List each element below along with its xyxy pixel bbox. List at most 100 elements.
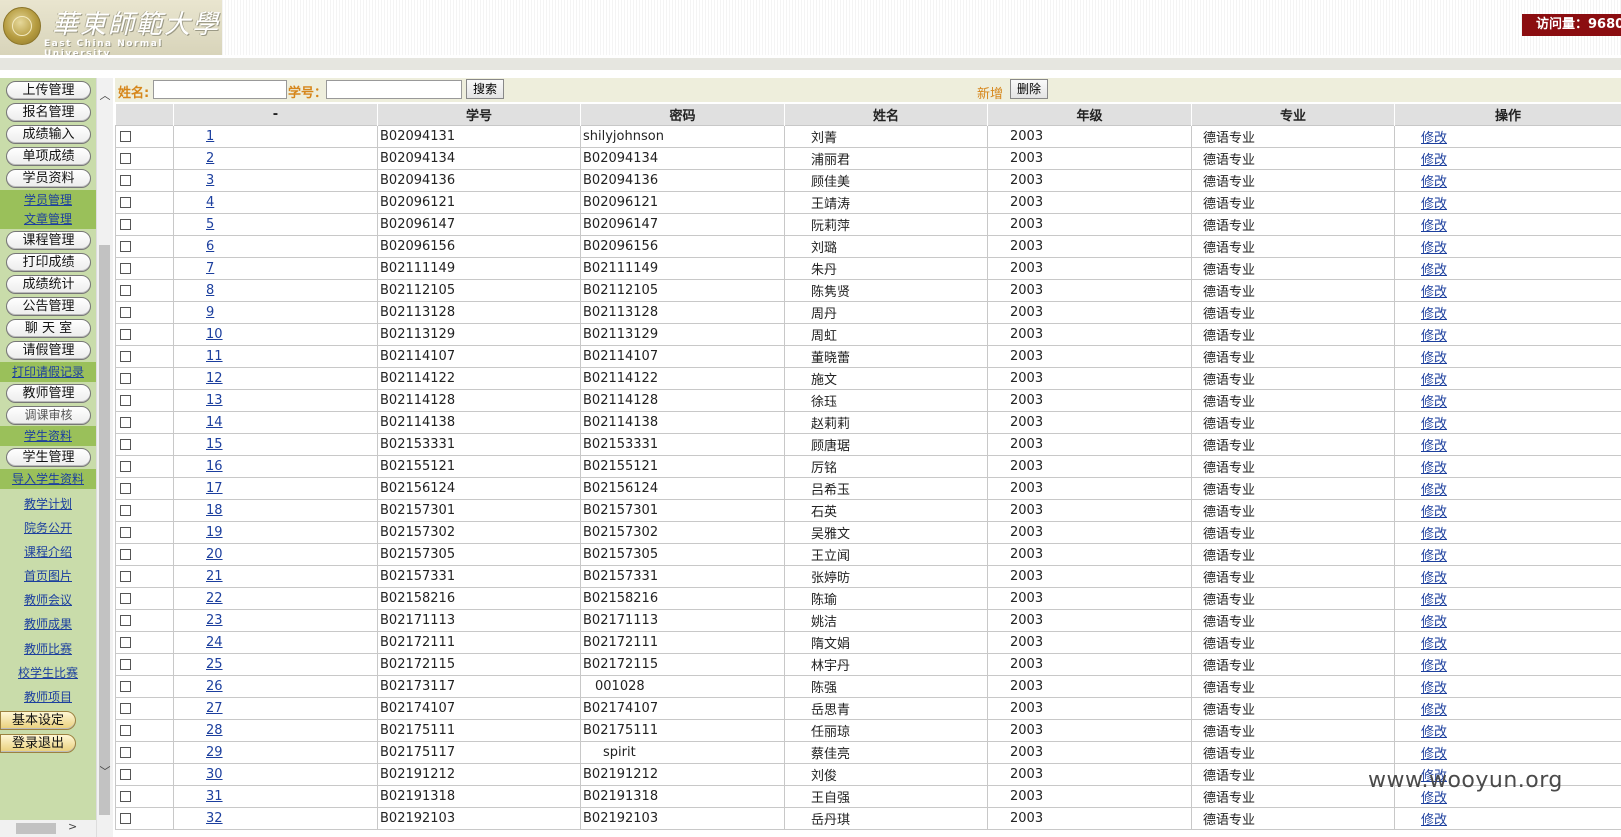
sidebar-button-label[interactable]: 课程管理 [6,231,91,250]
row-checkbox[interactable] [120,681,131,692]
sidebar-link-label[interactable]: 文章管理 [24,210,72,229]
edit-link[interactable]: 修改 [1421,527,1447,542]
sidebar-link-label[interactable]: 导入学生资料 [12,470,84,489]
edit-link[interactable]: 修改 [1421,791,1447,806]
edit-link[interactable]: 修改 [1421,593,1447,608]
row-checkbox[interactable] [120,417,131,428]
row-index-link[interactable]: 9 [206,305,214,320]
row-checkbox[interactable] [120,637,131,648]
row-index-link[interactable]: 29 [206,745,223,760]
sidebar-button-label[interactable]: 请假管理 [6,341,91,360]
sidebar-item-1[interactable]: 上传管理 [6,80,91,101]
scroll-up-icon[interactable]: ︿ [97,88,113,104]
row-index-link[interactable]: 28 [206,723,223,738]
edit-link[interactable]: 修改 [1421,219,1447,234]
row-index-link[interactable]: 16 [206,459,223,474]
scrollbar-thumb[interactable] [99,245,110,815]
sidebar-item-11[interactable]: 公告管理 [6,296,91,317]
row-checkbox[interactable] [120,197,131,208]
row-index-link[interactable]: 5 [206,217,214,232]
row-index-link[interactable]: 23 [206,613,223,628]
row-checkbox[interactable] [120,263,131,274]
edit-link[interactable]: 修改 [1421,703,1447,718]
sidebar-item-23[interactable]: 首页图片 [0,566,96,586]
name-search-input[interactable] [153,80,287,99]
row-checkbox[interactable] [120,549,131,560]
sidebar-horizontal-scrollbar[interactable]: > [0,820,96,837]
row-index-link[interactable]: 13 [206,393,223,408]
sidebar-link-label[interactable]: 教师成果 [24,615,72,634]
sidebar-item-27[interactable]: 校学生比赛 [0,663,96,683]
sidebar-button-label[interactable]: 调课审核 [6,406,91,425]
row-checkbox[interactable] [120,153,131,164]
row-index-link[interactable]: 3 [206,173,214,188]
sidebar-button-label[interactable]: 成绩统计 [6,275,91,294]
sidebar-link-label[interactable]: 学生资料 [24,427,72,446]
row-index-link[interactable]: 31 [206,789,223,804]
sidebar-item-9[interactable]: 打印成绩 [6,252,91,273]
scroll-down-icon[interactable]: ﹀ [97,764,113,780]
sidebar-item-7[interactable]: 文章管理 [0,209,96,229]
edit-link[interactable]: 修改 [1421,285,1447,300]
sidebar-item-30[interactable]: 登录退出 [0,733,76,754]
row-index-link[interactable]: 14 [206,415,223,430]
row-checkbox[interactable] [120,725,131,736]
sidebar-link-label[interactable]: 教学计划 [24,495,72,514]
edit-link[interactable]: 修改 [1421,439,1447,454]
row-checkbox[interactable] [120,505,131,516]
row-checkbox[interactable] [120,373,131,384]
row-index-link[interactable]: 15 [206,437,223,452]
sidebar-item-25[interactable]: 教师成果 [0,614,96,634]
sidebar-link-label[interactable]: 教师比赛 [24,640,72,659]
edit-link[interactable]: 修改 [1421,549,1447,564]
edit-link[interactable]: 修改 [1421,659,1447,674]
row-index-link[interactable]: 12 [206,371,223,386]
column-header-action[interactable]: 操作 [1394,104,1621,126]
edit-link[interactable]: 修改 [1421,461,1447,476]
row-index-link[interactable]: 21 [206,569,223,584]
sidebar-button-label[interactable]: 打印成绩 [6,253,91,272]
delete-button[interactable]: 删除 [1010,79,1049,99]
sidebar-item-10[interactable]: 成绩统计 [6,274,91,295]
sidebar-link-label[interactable]: 校学生比赛 [18,664,78,683]
edit-link[interactable]: 修改 [1421,373,1447,388]
sidebar-link-label[interactable]: 教师会议 [24,591,72,610]
column-header-major[interactable]: 专业 [1191,104,1395,126]
edit-link[interactable]: 修改 [1421,483,1447,498]
edit-link[interactable]: 修改 [1421,769,1447,784]
sidebar-item-22[interactable]: 课程介绍 [0,542,96,562]
row-checkbox[interactable] [120,395,131,406]
row-index-link[interactable]: 25 [206,657,223,672]
row-checkbox[interactable] [120,351,131,362]
edit-link[interactable]: 修改 [1421,307,1447,322]
row-checkbox[interactable] [120,593,131,604]
sidebar-button-label[interactable]: 聊 天 室 [6,319,91,338]
row-checkbox[interactable] [120,615,131,626]
row-index-link[interactable]: 7 [206,261,214,276]
sidebar-item-28[interactable]: 教师项目 [0,687,96,707]
row-index-link[interactable]: 18 [206,503,223,518]
sidebar-link-label[interactable]: 首页图片 [24,567,72,586]
row-checkbox[interactable] [120,307,131,318]
sidebar-link-label[interactable]: 打印请假记录 [12,363,84,382]
horizontal-scrollbar-thumb[interactable] [16,823,56,834]
row-checkbox[interactable] [120,769,131,780]
sidebar-button-label[interactable]: 登录退出 [0,734,76,753]
row-index-link[interactable]: 32 [206,811,223,826]
row-index-link[interactable]: 11 [206,349,223,364]
sidebar-item-12[interactable]: 聊 天 室 [6,318,91,339]
sidebar-link-label[interactable]: 学员管理 [24,191,72,210]
sidebar-button-label[interactable]: 单项成绩 [6,147,91,166]
student-id-search-input[interactable] [326,80,462,99]
edit-link[interactable]: 修改 [1421,175,1447,190]
sidebar-item-3[interactable]: 成绩输入 [6,124,91,145]
sidebar-item-2[interactable]: 报名管理 [6,102,91,123]
edit-link[interactable]: 修改 [1421,747,1447,762]
row-index-link[interactable]: 8 [206,283,214,298]
edit-link[interactable]: 修改 [1421,395,1447,410]
edit-link[interactable]: 修改 [1421,615,1447,630]
row-checkbox[interactable] [120,813,131,824]
scroll-right-icon[interactable]: > [68,820,77,833]
row-index-link[interactable]: 26 [206,679,223,694]
row-checkbox[interactable] [120,571,131,582]
